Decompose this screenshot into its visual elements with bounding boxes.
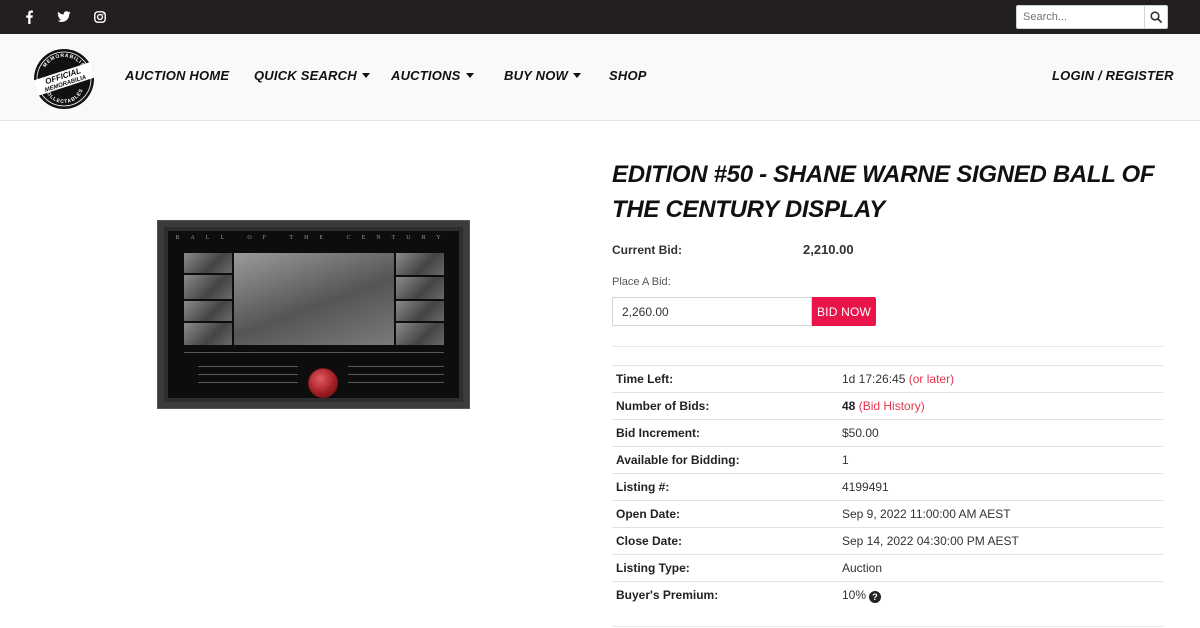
table-row: Buyer's Premium: 10%? (612, 581, 1163, 609)
table-row: Bid Increment: $50.00 (612, 419, 1163, 447)
bid-now-button[interactable]: BID NOW (812, 297, 876, 326)
official-memorabilia-logo[interactable]: MEMORABILIA COLLECTABLES OFFICIAL MEMORA… (32, 47, 96, 111)
time-left-label: Time Left: (612, 365, 838, 393)
text-line (348, 366, 444, 367)
bid-increment-label: Bid Increment: (612, 419, 838, 447)
buyers-premium-label: Buyer's Premium: (612, 581, 838, 609)
chevron-down-icon (573, 73, 581, 78)
listing-number-label: Listing #: (612, 473, 838, 501)
nav-shop[interactable]: SHOP (609, 68, 647, 83)
nav-label: LOGIN / REGISTER (1052, 68, 1174, 83)
current-bid-value: 2,210.00 (803, 242, 854, 257)
listing-details-table: Time Left: 1d 17:26:45 (or later) Number… (612, 365, 1163, 609)
nav-quick-search[interactable]: QUICK SEARCH (254, 68, 370, 83)
product-image[interactable]: BALL OF THE CENTURY (157, 220, 470, 409)
top-bar (0, 0, 1200, 34)
photo-tile (396, 253, 444, 275)
text-line (348, 374, 444, 375)
chevron-down-icon (361, 73, 370, 78)
number-of-bids-value: 48 (Bid History) (838, 392, 1163, 420)
table-row: Number of Bids: 48 (Bid History) (612, 392, 1163, 420)
photo-tile (184, 323, 232, 345)
close-date-value: Sep 14, 2022 04:30:00 PM AEST (838, 527, 1163, 555)
facebook-icon[interactable] (20, 8, 38, 26)
main-navigation: MEMORABILIA COLLECTABLES OFFICIAL MEMORA… (0, 34, 1200, 121)
photo-tile (396, 277, 444, 299)
text-line (198, 382, 298, 383)
table-row: Listing Type: Auction (612, 554, 1163, 582)
available-for-bidding-value: 1 (838, 446, 1163, 474)
table-row: Open Date: Sep 9, 2022 11:00:00 AM AEST (612, 500, 1163, 528)
product-title: EDITION #50 - SHANE WARNE SIGNED BALL OF… (612, 161, 1155, 223)
photo-tile (396, 301, 444, 321)
quote-line (184, 352, 444, 353)
login-register-link[interactable]: LOGIN / REGISTER (1052, 68, 1174, 83)
place-bid-label: Place A Bid: (612, 276, 671, 288)
close-date-label: Close Date: (612, 527, 838, 555)
listing-type-value: Auction (838, 554, 1163, 582)
divider (612, 346, 1163, 347)
nav-buy-now[interactable]: BUY NOW (504, 68, 581, 83)
nav-label: SHOP (609, 68, 647, 83)
photo-tile (184, 275, 232, 299)
current-bid-label: Current Bid: (612, 243, 682, 257)
photo-tile (184, 301, 232, 321)
search-bar (1016, 5, 1168, 29)
table-row: Close Date: Sep 14, 2022 04:30:00 PM AES… (612, 527, 1163, 555)
instagram-icon[interactable] (91, 8, 109, 26)
or-later-link[interactable]: (or later) (909, 372, 954, 386)
nav-label: AUCTIONS (391, 68, 461, 83)
table-row: Available for Bidding: 1 (612, 446, 1163, 474)
open-date-value: Sep 9, 2022 11:00:00 AM AEST (838, 500, 1163, 528)
bid-amount-input[interactable] (612, 297, 812, 326)
chevron-down-icon (465, 73, 474, 78)
search-button[interactable] (1144, 5, 1168, 29)
open-date-label: Open Date: (612, 500, 838, 528)
available-for-bidding-label: Available for Bidding: (612, 446, 838, 474)
nav-auction-home[interactable]: AUCTION HOME (125, 68, 229, 83)
framed-display (168, 231, 459, 398)
bid-history-link[interactable]: (Bid History) (859, 399, 925, 413)
text-line (198, 374, 298, 375)
help-icon[interactable]: ? (869, 590, 882, 603)
buyers-premium-value: 10%? (838, 581, 1163, 609)
bid-increment-value: $50.00 (838, 419, 1163, 447)
table-row: Listing #: 4199491 (612, 473, 1163, 501)
photo-tile (184, 253, 232, 273)
listing-type-label: Listing Type: (612, 554, 838, 582)
nav-label: AUCTION HOME (125, 68, 230, 83)
nav-label: BUY NOW (504, 68, 568, 83)
divider (612, 626, 1163, 627)
number-of-bids-label: Number of Bids: (612, 392, 838, 420)
photo-tile (396, 323, 444, 345)
time-left-value: 1d 17:26:45 (or later) (838, 365, 1163, 393)
bid-count: 48 (842, 399, 856, 413)
search-input[interactable] (1016, 5, 1144, 29)
search-icon (1150, 11, 1162, 23)
nav-label: QUICK SEARCH (254, 68, 357, 83)
premium-text: 10% (842, 587, 867, 602)
main-photo (234, 253, 394, 345)
table-row: Time Left: 1d 17:26:45 (or later) (612, 365, 1163, 393)
text-line (198, 366, 298, 367)
cricket-ball (308, 368, 338, 398)
nav-auctions[interactable]: AUCTIONS (391, 68, 474, 83)
image-title: BALL OF THE CENTURY (175, 235, 452, 241)
twitter-icon[interactable] (55, 8, 73, 26)
text-line (348, 382, 444, 383)
listing-number-value: 4199491 (838, 473, 1163, 501)
time-left-text: 1d 17:26:45 (842, 372, 906, 386)
